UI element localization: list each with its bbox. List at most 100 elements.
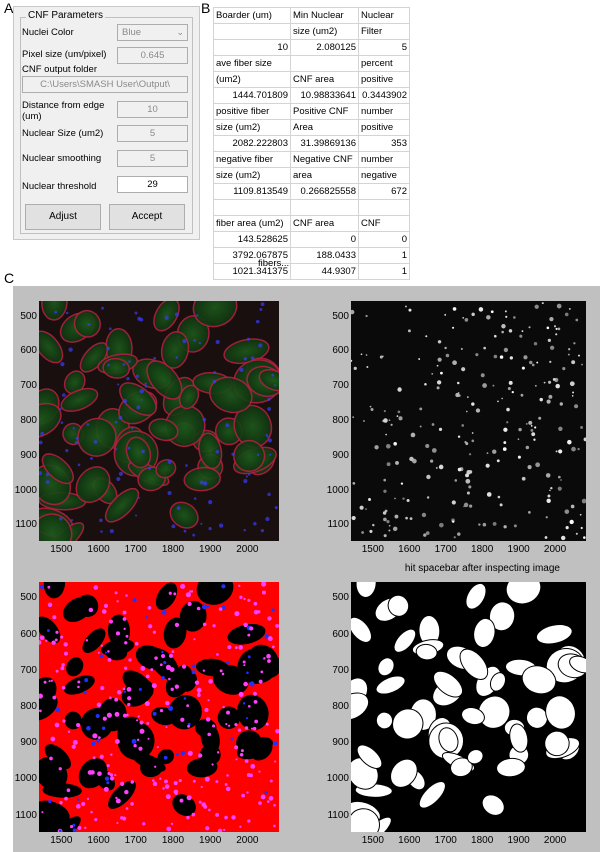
nucleus-dot [571, 360, 576, 365]
nucleus-dot [501, 330, 504, 334]
nucleus-dot [525, 422, 528, 425]
table-row: negative fiber Negative CNF number [213, 151, 410, 168]
nucleus-dot [383, 410, 386, 413]
nucleus-dot [452, 360, 457, 366]
nucleus-dot [165, 726, 168, 729]
nucleus-dot [124, 641, 128, 645]
nucleus-dot [437, 357, 442, 362]
nucleus-dot [523, 355, 528, 360]
nucleus-dot [114, 697, 119, 702]
nucleus-dot [168, 591, 172, 595]
table-cell: Negative CNF [290, 151, 359, 168]
nucleus-dot [183, 529, 187, 533]
nucleus-dot [506, 421, 509, 424]
adjust-button[interactable]: Adjust [25, 204, 101, 230]
nucleus-dot [170, 822, 174, 826]
nucleus-dot [55, 669, 59, 673]
nucleus-dot [493, 354, 498, 359]
nucleus-dot [492, 522, 497, 526]
table-cell: size (um2) [290, 23, 359, 40]
nucleus-dot [222, 705, 225, 709]
nucleus-dot [534, 304, 539, 309]
nuclei-color-dropdown[interactable]: Blue ⌄ [117, 24, 188, 41]
nucleus-dot [222, 828, 226, 832]
output-folder-input[interactable]: C:\Users\SMASH User\Output\ [22, 76, 188, 93]
nucleus-dot [138, 746, 143, 751]
output-folder-label: CNF output folder [22, 64, 97, 75]
nucleus-dot [39, 440, 43, 445]
nucleus-dot [168, 705, 174, 711]
nucleus-dot [227, 645, 232, 650]
nucleus-dot [508, 329, 513, 333]
nucleus-dot [499, 355, 504, 359]
nucleus-dot [552, 377, 556, 381]
x-tick-label: 1800 [471, 835, 494, 846]
nucleus-dot [91, 741, 96, 746]
nucleus-dot [564, 509, 570, 514]
nuclear-size-input[interactable]: 5 [117, 125, 188, 142]
nucleus-dot [76, 723, 81, 728]
nucleus-dot [271, 373, 275, 377]
nucleus-dot [152, 781, 158, 787]
nucleus-dot [114, 773, 117, 777]
nucleus-dot [545, 516, 548, 519]
nucleus-dot [46, 629, 50, 632]
nucleus-dot [45, 472, 50, 477]
nucleus-dot [366, 365, 369, 368]
nucleus-dot [257, 610, 261, 614]
table-cell: 2082.222803 [213, 135, 291, 152]
nucleus-dot [60, 421, 64, 424]
nucleus-dot [570, 504, 575, 509]
nucleus-dot [260, 302, 265, 307]
nucleus-dot [475, 408, 481, 413]
pixel-size-input[interactable]: 0.645 [117, 47, 188, 64]
nucleus-dot [186, 704, 190, 708]
nucleus-dot [541, 302, 544, 305]
nucleus-dot [508, 380, 513, 385]
nucleus-dot [160, 653, 166, 659]
accept-button[interactable]: Accept [109, 204, 185, 230]
nucleus-dot [144, 701, 150, 707]
nucleus-dot [47, 602, 53, 608]
nucleus-dot [531, 432, 536, 437]
nucleus-dot [451, 520, 455, 523]
y-tick-label: 900 [332, 737, 349, 749]
nucleus-dot [168, 677, 171, 681]
nucleus-dot [244, 759, 249, 764]
distance-input[interactable]: 10 [117, 101, 188, 118]
nucleus-dot [564, 312, 569, 317]
nucleus-dot [47, 585, 51, 589]
nucleus-dot [575, 532, 578, 535]
x-tick-label: 1700 [124, 544, 147, 555]
nucleus-dot [204, 707, 209, 713]
table-cell: size (um2) [213, 167, 291, 184]
plot-nuclei-channel [351, 301, 586, 541]
nucleus-dot [221, 584, 226, 589]
panel-label-c: C [4, 270, 15, 286]
nucleus-dot [187, 750, 193, 756]
nucleus-dot [103, 603, 109, 608]
nucleus-dot [88, 607, 94, 613]
nucleus-dot [258, 343, 263, 348]
nucleus-dot [259, 308, 263, 312]
nuclear-smoothing-input[interactable]: 5 [117, 150, 188, 167]
nucleus-dot [90, 770, 95, 775]
table-cell: 1444.701809 [213, 87, 291, 104]
nucleus-dot [249, 681, 255, 687]
nucleus-dot [125, 634, 129, 638]
nucleus-dot [189, 590, 192, 593]
nucleus-dot [482, 522, 487, 527]
nucleus-dot [549, 345, 555, 350]
nucleus-dot [250, 727, 254, 730]
nucleus-dot [226, 710, 231, 715]
nucleus-dot [239, 752, 244, 757]
y-tick-label: 800 [332, 415, 349, 426]
nucleus-dot [219, 669, 223, 673]
nucleus-dot [100, 530, 103, 533]
nucleus-dot [238, 584, 241, 588]
nucleus-dot [175, 753, 179, 756]
nuclear-threshold-input[interactable]: 29 [117, 176, 188, 193]
nucleus-dot [66, 788, 71, 793]
nucleus-dot [444, 346, 447, 350]
nucleus-dot [52, 695, 57, 700]
